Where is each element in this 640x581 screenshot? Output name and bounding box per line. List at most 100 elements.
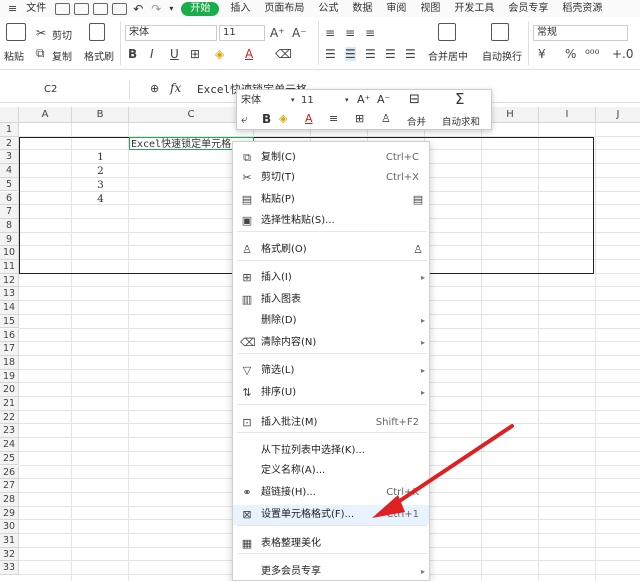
print-preview-icon[interactable] [112,2,128,15]
tab-page-layout[interactable]: 页面布局 [257,0,311,17]
row-header-27[interactable]: 27 [0,479,19,493]
row-header-5[interactable]: 5 [0,177,19,192]
tab-insert[interactable]: 插入 [223,0,257,17]
paste-button[interactable]: 粘贴 [4,48,24,63]
row-header-7[interactable]: 7 [0,205,19,219]
column-header-a[interactable]: A [19,107,72,123]
row-header-9[interactable]: 9 [0,232,19,247]
font-name-dropdown[interactable]: 宋体 [125,25,217,41]
row-header-13[interactable]: 13 [0,287,19,302]
mini-fill-color-icon[interactable]: ◈ [279,112,287,125]
row-header-21[interactable]: 21 [0,397,19,411]
context-item-17[interactable]: 更多会员专享 ▸ [233,562,429,580]
row-header-4[interactable]: 4 [0,164,19,178]
row-header-17[interactable]: 17 [0,342,19,356]
italic-icon[interactable]: I [150,47,154,61]
format-brush-alt-icon[interactable]: ♙ [411,243,425,257]
column-header-j[interactable]: J [596,107,640,123]
row-header-14[interactable]: 14 [0,301,19,315]
context-item-6[interactable]: ▥ 插入图表 [233,290,429,310]
mini-sum-icon[interactable]: Σ [455,90,464,108]
context-item-7[interactable]: 删除(D) ▸ [233,311,429,331]
row-header-20[interactable]: 20 [0,383,19,397]
hamburger-icon[interactable]: ≡ [8,2,17,15]
redo-icon[interactable]: ↷ [151,2,161,16]
export-icon[interactable] [74,2,90,15]
cell-b4[interactable]: 2 [72,165,129,178]
fill-color-icon[interactable]: ◈ [215,47,224,61]
number-format-dropdown[interactable]: 常规 [533,25,628,41]
cell-b3[interactable]: 1 [72,151,129,164]
percent-icon[interactable]: % [565,47,576,61]
distributed-icon[interactable]: ☰ [405,47,416,61]
font-color-icon[interactable]: A [245,47,253,61]
mini-font-size-chevron-icon[interactable]: ▾ [345,93,349,108]
align-bottom-icon[interactable]: ≡ [365,26,375,40]
context-item-5[interactable]: ⊞ 插入(I) ▸ [233,268,429,288]
border-icon[interactable]: ⊞ [190,47,200,61]
row-header-10[interactable]: 10 [0,246,19,260]
format-painter-button[interactable]: 格式刷 [84,48,114,63]
row-header-2[interactable]: 2 [0,136,19,151]
undo-icon[interactable]: ↶ [133,2,143,16]
font-size-dropdown[interactable]: 11 [219,25,265,41]
increase-decimal-icon[interactable]: +.0 [612,47,634,61]
merge-center-icon[interactable] [438,23,456,41]
tab-view[interactable]: 视图 [413,0,447,17]
context-item-9[interactable]: ▽ 筛选(L) ▸ [233,361,429,381]
context-item-8[interactable]: ⌫ 清除内容(N) ▸ [233,333,429,353]
row-header-1[interactable]: 1 [0,123,19,137]
context-item-12[interactable]: 从下拉列表中选择(K)... [233,441,429,461]
align-left-icon[interactable]: ☰ [325,47,336,61]
mini-autosum-button[interactable]: 自动求和 [442,114,480,128]
row-header-15[interactable]: 15 [0,314,19,329]
context-item-1[interactable]: ✂ 剪切(T) Ctrl+X [233,168,429,188]
zoom-icon[interactable]: ⊕ [150,82,159,95]
row-header-25[interactable]: 25 [0,451,19,466]
underline-icon[interactable]: U [170,47,179,61]
context-item-14[interactable]: ⚭ 超链接(H)... Ctrl+K [233,483,429,503]
row-header-28[interactable]: 28 [0,492,19,507]
save-icon[interactable] [55,2,71,15]
context-item-0[interactable]: ⧉ 复制(C) Ctrl+C [233,148,429,168]
row-header-26[interactable]: 26 [0,465,19,480]
justify-icon[interactable]: ☰ [385,47,396,61]
context-item-13[interactable]: 定义名称(A)... [233,461,429,481]
wrap-text-icon[interactable] [491,23,509,41]
copy-icon[interactable]: ⧉ [36,46,45,60]
merge-center-button[interactable]: 合并居中 [428,48,468,63]
tab-home[interactable]: 开始 [181,1,220,16]
context-item-15[interactable]: ⊠ 设置单元格格式(F)... Ctrl+1 [233,505,429,525]
cell-b6[interactable]: 4 [72,193,129,206]
context-item-10[interactable]: ⇅ 排序(U) ▸ [233,383,429,403]
column-header-i[interactable]: I [539,107,596,123]
more-quick-icon[interactable]: ▾ [169,4,173,13]
wrap-text-button[interactable]: 自动换行 [482,48,522,63]
mini-decrease-font-icon[interactable]: A⁻ [377,93,390,106]
name-box[interactable]: C2 [0,81,130,99]
cell-b5[interactable]: 3 [72,179,129,192]
row-header-12[interactable]: 12 [0,273,19,288]
align-top-icon[interactable]: ≡ [325,26,335,40]
align-center-icon[interactable]: ☰ [345,47,356,61]
row-header-6[interactable]: 6 [0,191,19,206]
row-header-23[interactable]: 23 [0,424,19,439]
mini-increase-font-icon[interactable]: A⁺ [357,93,370,106]
column-header-b[interactable]: B [72,107,129,123]
row-header-32[interactable]: 32 [0,547,19,562]
mini-border-icon[interactable]: ⊞ [355,112,364,125]
align-right-icon[interactable]: ☰ [365,47,376,61]
tab-member[interactable]: 会员专享 [501,0,555,17]
tab-developer[interactable]: 开发工具 [447,0,501,17]
align-middle-icon[interactable]: ≡ [345,26,355,40]
bold-icon[interactable]: B [128,47,137,61]
tab-formulas[interactable]: 公式 [311,0,345,17]
context-item-4[interactable]: ♙ 格式刷(O) ♙ [233,240,429,260]
mini-font-name-chevron-icon[interactable]: ▾ [291,93,295,108]
mini-wrap-icon[interactable]: ⤶ [241,112,248,127]
copy-button[interactable]: 复制 [52,48,72,63]
corner-select-all[interactable] [0,107,19,123]
context-item-16[interactable]: ▦ 表格整理美化 [233,534,429,554]
mini-font-color-icon[interactable]: A [305,112,313,125]
scissors-icon[interactable]: ✂ [36,26,46,40]
